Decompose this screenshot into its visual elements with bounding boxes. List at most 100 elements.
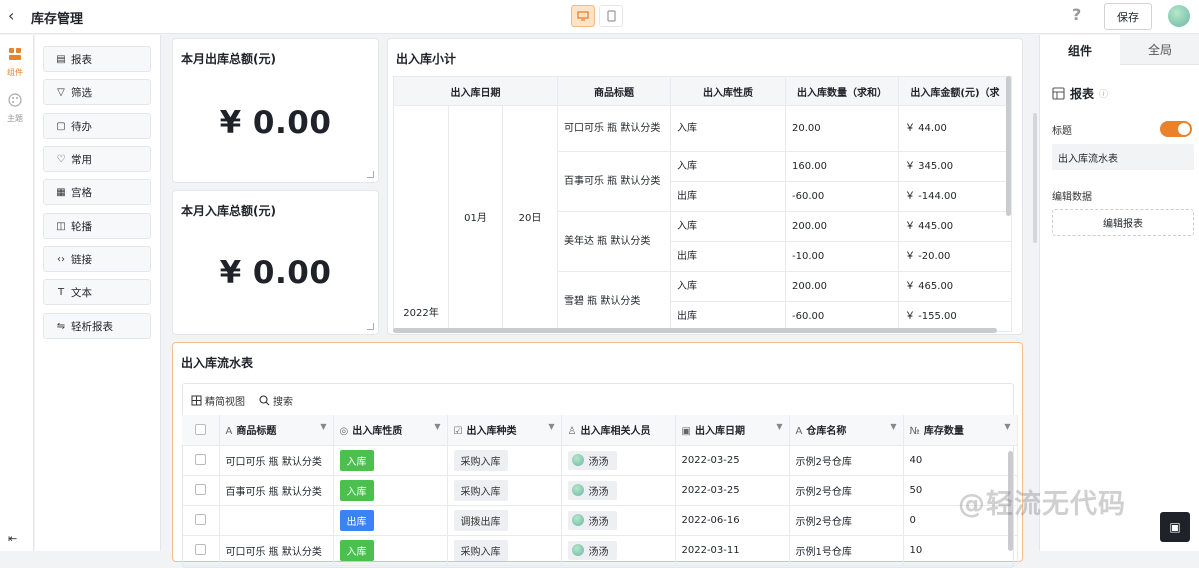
column-header-kind[interactable]: ☑ 出入库种类 ▼ (447, 415, 562, 446)
left-rail: 组件 主题 ⇤ (0, 35, 34, 551)
edit-data-label: 编辑数据 (1052, 192, 1092, 203)
flow-table: A 商品标题 ▼ ◎ 出入库性质 ▼ ☑ 出入库种类 ▼ ♙ 出入库相关人员 ▣ 出入库日期 ▼ … (182, 415, 1018, 566)
rail-label: 组件 (7, 68, 23, 77)
table-row[interactable]: 可口可乐 瓶 默认分类 入库 采购入库 汤汤 2022-03-11 示例1号仓库… (182, 535, 1018, 566)
chevron-down-icon[interactable]: ▼ (434, 422, 440, 431)
component-report[interactable]: ▤ 报表 (43, 46, 151, 72)
chevron-down-icon[interactable]: ▼ (320, 422, 326, 431)
pivot-amount: ￥ -144.00 (898, 181, 1012, 212)
info-icon[interactable]: ⓘ (1099, 87, 1108, 100)
column-header-product[interactable]: A 商品标题 ▼ (219, 415, 334, 446)
person-chip: 汤汤 (567, 480, 617, 500)
title-toggle[interactable] (1160, 121, 1192, 137)
pivot-nature: 出库 (670, 241, 786, 272)
stat-card-outbound[interactable]: 本月出库总额(元) ¥ 0.00 (172, 38, 379, 183)
chevron-left-icon[interactable]: ‹ (8, 6, 14, 25)
search-button[interactable]: 搜索 (259, 393, 293, 408)
question-icon[interactable]: ? (1072, 5, 1081, 24)
filter-icon: ▽ (57, 86, 65, 98)
cell-warehouse: 示例2号仓库 (789, 505, 904, 536)
chevron-down-icon[interactable]: ▼ (548, 422, 554, 431)
nature-tag: 入库 (339, 479, 374, 501)
component-icon (0, 47, 30, 65)
chevron-down-icon[interactable]: ▼ (1004, 422, 1010, 431)
pivot-header: 出入库金额(元)（求 (898, 76, 1012, 106)
column-header-stock[interactable]: № 库存数量 ▼ (903, 415, 1018, 446)
tab-components[interactable]: 组件 (1040, 35, 1120, 65)
row-checkbox[interactable] (182, 505, 220, 536)
component-todo[interactable]: ▢ 待办 (43, 113, 151, 139)
pivot-qty: -60.00 (785, 301, 899, 332)
collapse-icon[interactable]: ⇤ (8, 532, 17, 545)
avatar[interactable] (1168, 5, 1190, 27)
resize-handle[interactable] (367, 323, 374, 330)
column-header-warehouse[interactable]: A 仓库名称 ▼ (789, 415, 904, 446)
link-icon: ‹› (57, 253, 65, 265)
section-title: 报表 ⓘ (1052, 85, 1108, 102)
save-button[interactable]: 保存 (1104, 3, 1152, 30)
edit-report-button[interactable]: 编辑报表 (1052, 209, 1194, 236)
cell-stock: 40 (903, 445, 1018, 476)
select-all-checkbox[interactable] (182, 415, 220, 446)
calendar-type-icon: ▣ (681, 426, 691, 438)
cell-warehouse: 示例2号仓库 (789, 475, 904, 506)
component-link[interactable]: ‹› 链接 (43, 246, 151, 272)
title-field[interactable]: 出入库流水表 (1052, 144, 1194, 170)
table-row[interactable]: 可口可乐 瓶 默认分类 入库 采购入库 汤汤 2022-03-25 示例2号仓库… (182, 445, 1018, 476)
desktop-view-toggle[interactable] (571, 5, 595, 27)
component-text[interactable]: T 文本 (43, 279, 151, 305)
pivot-qty: 160.00 (785, 151, 899, 182)
rail-item-theme[interactable]: 主题 (0, 93, 30, 124)
cell-date: 2022-03-25 (675, 445, 790, 476)
tab-global[interactable]: 全局 (1120, 35, 1199, 65)
flow-toolbar: 精简视图 搜索 (191, 393, 293, 408)
pivot-card[interactable]: 出入库小计 出入库日期 商品标题 出入库性质 出入库数量（求和） 出入库金额(元… (387, 38, 1023, 335)
chevron-down-icon[interactable]: ▼ (776, 422, 782, 431)
search-icon (259, 395, 270, 406)
person-chip: 汤汤 (567, 510, 617, 530)
kind-tag: 调拨出库 (453, 509, 508, 531)
pivot-product: 百事可乐 瓶 默认分类 (557, 151, 671, 212)
cell-stock: 10 (903, 535, 1018, 566)
component-filter[interactable]: ▽ 筛选 (43, 79, 151, 105)
stat-value: ¥ 0.00 (219, 255, 332, 291)
component-carousel[interactable]: ◫ 轮播 (43, 213, 151, 239)
compact-view-button[interactable]: 精简视图 (191, 393, 245, 408)
row-checkbox[interactable] (182, 475, 220, 506)
nature-tag: 入库 (339, 539, 374, 561)
pivot-vertical-scrollbar[interactable] (1006, 76, 1011, 216)
flow-table-card[interactable]: 出入库流水表 精简视图 搜索 A 商品标题 ▼ ◎ 出入库性质 ▼ ☑ 出入库种类 ▼ ♙ 出… (172, 342, 1023, 568)
pivot-title: 出入库小计 (396, 52, 457, 66)
avatar (571, 544, 584, 556)
component-common[interactable]: ♡ 常用 (43, 146, 151, 172)
cell-date: 2022-03-25 (675, 475, 790, 506)
column-header-nature[interactable]: ◎ 出入库性质 ▼ (333, 415, 448, 446)
column-header-person[interactable]: ♙ 出入库相关人员 (561, 415, 676, 446)
pivot-header: 商品标题 (557, 76, 671, 106)
rail-item-components[interactable]: 组件 (0, 47, 30, 78)
row-checkbox[interactable] (182, 445, 220, 476)
stat-card-inbound[interactable]: 本月入库总额(元) ¥ 0.00 (172, 190, 379, 335)
chevron-down-icon[interactable]: ▼ (890, 422, 896, 431)
component-grid[interactable]: ▦ 宫格 (43, 179, 151, 205)
resize-handle[interactable] (367, 171, 374, 178)
table-row[interactable]: 百事可乐 瓶 默认分类 入库 采购入库 汤汤 2022-03-25 示例2号仓库… (182, 475, 1018, 506)
pivot-product: 雪碧 瓶 默认分类 (557, 271, 671, 332)
nature-tag: 出库 (339, 509, 374, 531)
todo-icon: ▢ (56, 120, 66, 132)
canvas-scrollbar[interactable] (1033, 113, 1037, 243)
number-type-icon: № (909, 426, 920, 438)
table-row[interactable]: 出库 调拨出库 汤汤 2022-06-16 示例2号仓库 0 (182, 505, 1018, 536)
cell-warehouse: 示例2号仓库 (789, 445, 904, 476)
chat-icon[interactable]: ▣ (1160, 512, 1190, 542)
pivot-amount: ￥ 445.00 (898, 211, 1012, 242)
mobile-view-toggle[interactable] (599, 5, 623, 27)
column-header-date[interactable]: ▣ 出入库日期 ▼ (675, 415, 790, 446)
analysis-icon: ⇋ (56, 320, 66, 332)
grid-icon: ▦ (56, 186, 66, 198)
pivot-header: 出入库数量（求和） (785, 76, 899, 106)
row-checkbox[interactable] (182, 535, 220, 566)
component-analysis-report[interactable]: ⇋ 轻析报表 (43, 313, 151, 339)
pivot-horizontal-scrollbar[interactable] (393, 328, 997, 333)
carousel-icon: ◫ (56, 220, 66, 232)
